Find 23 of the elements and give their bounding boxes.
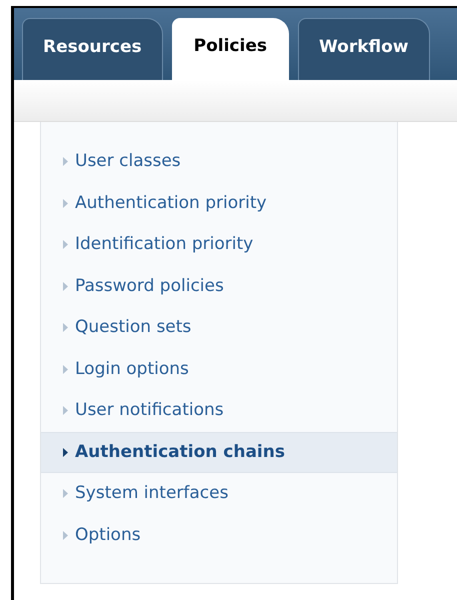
caret-icon [63,240,68,250]
menu-item[interactable]: Login options [41,348,397,390]
caret-icon [63,448,68,457]
menu-item[interactable]: System interfaces [41,473,397,514]
tab[interactable]: Resources [22,18,163,80]
caret-icon [63,157,68,166]
caret-icon [63,323,68,332]
caret-icon [63,364,68,374]
menu-item[interactable]: Identification priority [41,224,397,266]
caret-icon [63,406,68,416]
caret-icon [63,198,68,208]
menu-item[interactable]: Authentication chains [41,432,397,473]
menu-item[interactable]: Password policies [41,266,397,307]
tab[interactable]: Workflow [298,18,430,80]
caret-icon [63,530,68,540]
menu-item[interactable]: User notifications [41,390,397,432]
menu-item[interactable]: Question sets [41,307,397,348]
caret-icon [63,489,68,498]
menu-item[interactable]: Options [41,514,397,556]
caret-icon [63,282,68,291]
tab[interactable]: Policies [172,18,289,80]
menu-item[interactable]: Authentication priority [41,182,397,224]
menu-item[interactable]: User classes [41,141,397,182]
